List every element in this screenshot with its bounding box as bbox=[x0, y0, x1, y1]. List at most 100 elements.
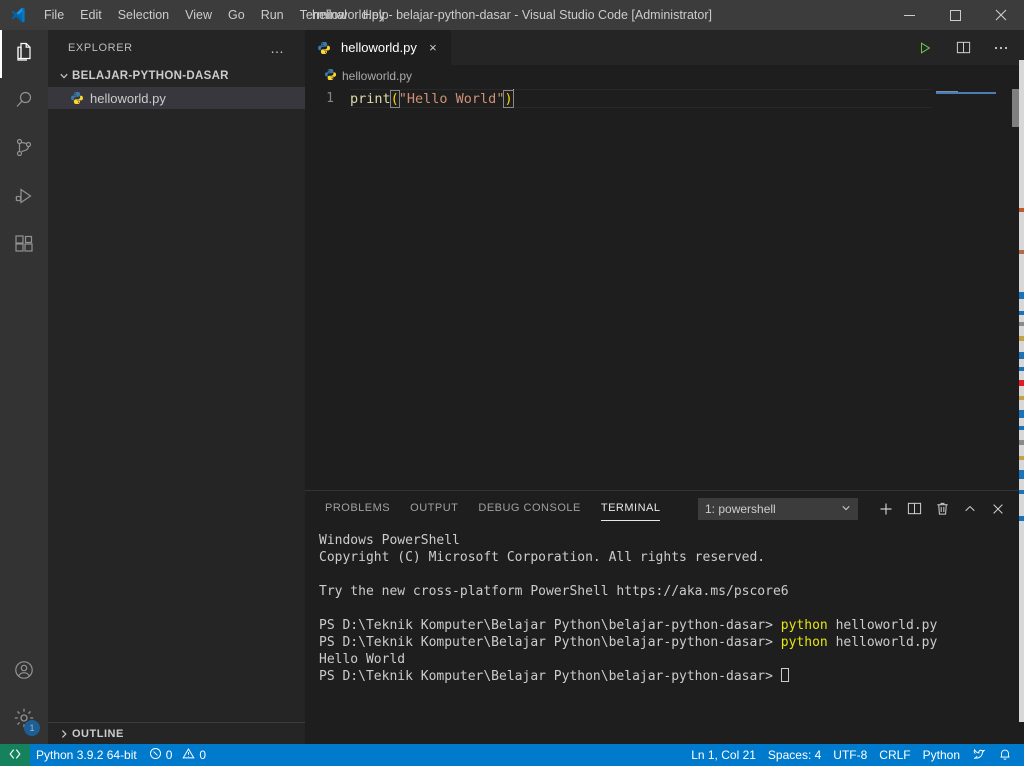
breadcrumb[interactable]: helloworld.py bbox=[305, 65, 1024, 87]
remote-window-icon bbox=[8, 747, 22, 764]
editor-tab-bar: helloworld.py × bbox=[305, 30, 1024, 65]
ellipsis-icon[interactable]: … bbox=[270, 41, 285, 55]
vscode-logo-icon bbox=[0, 0, 36, 30]
menu-edit[interactable]: Edit bbox=[72, 0, 110, 30]
status-encoding[interactable]: UTF-8 bbox=[827, 744, 873, 766]
code-editor[interactable]: 1 print("Hello World") bbox=[305, 87, 1024, 490]
menu-file[interactable]: File bbox=[36, 0, 72, 30]
terminal-command: python bbox=[780, 635, 828, 650]
error-icon bbox=[149, 747, 162, 763]
line-number: 1 bbox=[326, 91, 334, 106]
terminal-prompt: PS D:\Teknik Komputer\Belajar Python\bel… bbox=[319, 618, 781, 633]
status-language-mode[interactable]: Python bbox=[917, 744, 966, 766]
editor-tab-helloworld[interactable]: helloworld.py × bbox=[305, 30, 452, 65]
terminal-line: Copyright (C) Microsoft Corporation. All… bbox=[319, 550, 766, 565]
window-controls bbox=[886, 0, 1024, 30]
status-bar: Python 3.9.2 64-bit 0 0 Ln 1, Col 21 Spa… bbox=[0, 744, 1024, 766]
status-indentation[interactable]: Spaces: 4 bbox=[762, 744, 827, 766]
menu-run[interactable]: Run bbox=[253, 0, 292, 30]
terminal-line-command: PS D:\Teknik Komputer\Belajar Python\bel… bbox=[319, 634, 1024, 651]
status-remote-host[interactable] bbox=[0, 744, 30, 766]
menu-go[interactable]: Go bbox=[220, 0, 253, 30]
terminal-arg: helloworld.py bbox=[827, 618, 938, 633]
maximize-icon[interactable] bbox=[932, 0, 978, 30]
menu-bar[interactable]: File Edit Selection View Go Run Terminal… bbox=[36, 0, 397, 30]
play-icon[interactable] bbox=[914, 37, 936, 59]
bg-mark bbox=[1019, 322, 1024, 326]
editor-actions bbox=[914, 30, 1024, 65]
terminal-cursor bbox=[780, 668, 789, 682]
tab-problems[interactable]: PROBLEMS bbox=[325, 491, 390, 526]
status-problems[interactable]: 0 0 bbox=[143, 744, 212, 766]
warning-count: 0 bbox=[199, 748, 207, 762]
editor-group: helloworld.py × helloworld.py 1 print("H… bbox=[305, 30, 1024, 744]
chevron-right-icon[interactable] bbox=[56, 729, 72, 739]
activity-bar: 1 bbox=[0, 30, 48, 744]
status-notifications[interactable] bbox=[992, 744, 1018, 766]
menu-selection[interactable]: Selection bbox=[110, 0, 177, 30]
menu-terminal[interactable]: Terminal bbox=[292, 0, 355, 30]
activitybar-item-explorer[interactable] bbox=[0, 30, 48, 78]
activitybar-item-extensions[interactable] bbox=[0, 222, 48, 270]
activitybar-item-accounts[interactable] bbox=[0, 648, 48, 696]
bg-mark bbox=[1019, 440, 1024, 445]
activitybar-item-run-debug[interactable] bbox=[0, 174, 48, 222]
explorer-folder-row[interactable]: BELAJAR-PYTHON-DASAR bbox=[48, 65, 305, 87]
python-file-icon bbox=[315, 41, 333, 55]
files-icon bbox=[12, 40, 36, 69]
menu-help[interactable]: Help bbox=[355, 0, 397, 30]
terminal-output[interactable]: Windows PowerShell Copyright (C) Microso… bbox=[305, 526, 1024, 744]
python-file-icon bbox=[324, 68, 337, 84]
text-caret bbox=[512, 89, 514, 106]
terminal-prompt: PS D:\Teknik Komputer\Belajar Python\bel… bbox=[319, 669, 781, 684]
bg-mark bbox=[1019, 292, 1024, 299]
tab-output[interactable]: OUTPUT bbox=[410, 491, 458, 526]
terminal-command: python bbox=[780, 618, 828, 633]
sidebar-section-outline[interactable]: OUTLINE bbox=[48, 722, 305, 744]
bg-mark bbox=[1019, 490, 1024, 494]
tab-terminal[interactable]: TERMINAL bbox=[600, 491, 661, 526]
warning-icon bbox=[182, 747, 196, 763]
bg-mark bbox=[1019, 336, 1024, 341]
folder-name: BELAJAR-PYTHON-DASAR bbox=[72, 70, 229, 82]
status-cursor-position[interactable]: Ln 1, Col 21 bbox=[685, 744, 762, 766]
title-bar: File Edit Selection View Go Run Terminal… bbox=[0, 0, 1024, 30]
explorer-file-helloworld[interactable]: helloworld.py bbox=[48, 87, 305, 109]
ellipsis-icon[interactable] bbox=[990, 37, 1012, 59]
status-python-interpreter[interactable]: Python 3.9.2 64-bit bbox=[30, 744, 143, 766]
bg-mark bbox=[1019, 456, 1024, 460]
plus-icon[interactable] bbox=[872, 497, 900, 521]
activitybar-item-source-control[interactable] bbox=[0, 126, 48, 174]
activitybar-item-manage[interactable]: 1 bbox=[0, 696, 48, 744]
split-icon[interactable] bbox=[900, 497, 928, 521]
source-control-icon bbox=[12, 136, 36, 165]
bg-mark bbox=[1019, 208, 1024, 212]
chevron-down-icon[interactable] bbox=[56, 71, 72, 81]
close-icon[interactable] bbox=[984, 497, 1012, 521]
code-token-close-paren: ) bbox=[503, 90, 514, 108]
status-bar-right: Ln 1, Col 21 Spaces: 4 UTF-8 CRLF Python bbox=[685, 744, 1024, 766]
status-eol[interactable]: CRLF bbox=[873, 744, 916, 766]
python-file-icon bbox=[68, 91, 86, 105]
editor-minimap[interactable] bbox=[932, 87, 1010, 490]
status-feedback[interactable] bbox=[966, 744, 992, 766]
minimize-icon[interactable] bbox=[886, 0, 932, 30]
manage-badge: 1 bbox=[24, 720, 40, 736]
extensions-icon bbox=[12, 232, 36, 261]
menu-view[interactable]: View bbox=[177, 0, 220, 30]
trash-icon[interactable] bbox=[928, 497, 956, 521]
code-token-function: print bbox=[350, 91, 391, 107]
workbench-body: 1 EXPLORER … BELAJAR-PYTHON-DASAR hellow… bbox=[0, 30, 1024, 744]
close-icon[interactable] bbox=[978, 0, 1024, 30]
terminal-selector[interactable]: 1: powershell bbox=[698, 497, 858, 520]
search-icon bbox=[12, 88, 36, 117]
panel-header: PROBLEMS OUTPUT DEBUG CONSOLE TERMINAL 1… bbox=[305, 491, 1024, 526]
code-line-content[interactable]: print("Hello World") bbox=[350, 89, 514, 109]
split-editor-icon[interactable] bbox=[952, 37, 974, 59]
close-icon[interactable]: × bbox=[425, 40, 441, 55]
chevron-up-icon[interactable] bbox=[956, 497, 984, 521]
tab-debug-console[interactable]: DEBUG CONSOLE bbox=[478, 491, 580, 526]
bg-mark bbox=[1019, 396, 1024, 400]
activitybar-item-search[interactable] bbox=[0, 78, 48, 126]
